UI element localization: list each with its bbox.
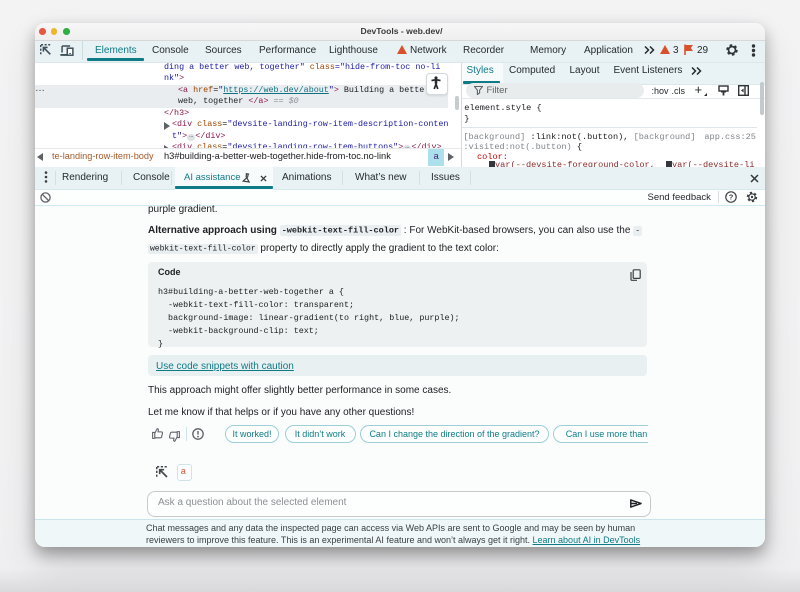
svg-text:?: ? bbox=[729, 193, 734, 202]
